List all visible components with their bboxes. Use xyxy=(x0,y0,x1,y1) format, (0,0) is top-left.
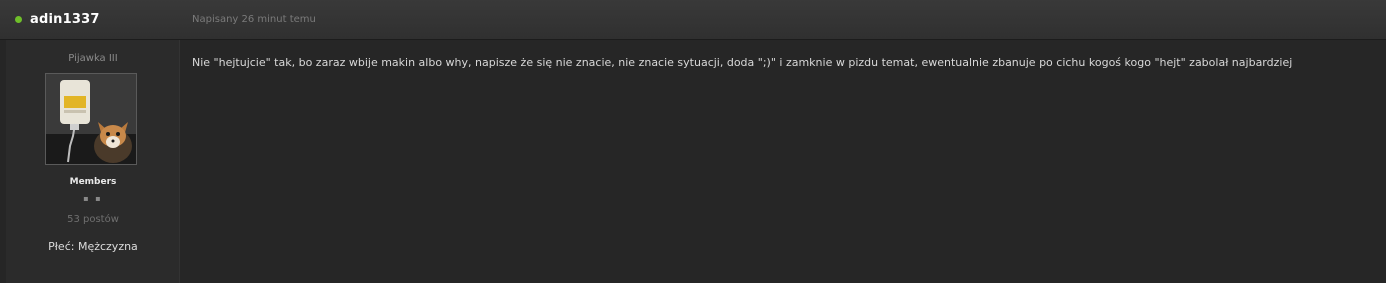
forum-post: adin1337 Napisany 26 minut temu Pijawka … xyxy=(0,0,1386,283)
rank-pips: ▪ ▪ xyxy=(83,194,103,203)
post-count: 53 postów xyxy=(67,214,119,225)
rank-title: Pijawka III xyxy=(68,53,118,64)
gender-field: Płeć: Mężczyzna xyxy=(48,240,138,253)
post-content: Nie "hejtujcie" tak, bo zaraz wbije maki… xyxy=(192,56,1293,69)
author-info-panel: Pijawka III Members ▪ ▪ 53 postów Płeć: … xyxy=(6,40,180,283)
post-header: adin1337 Napisany 26 minut temu xyxy=(0,0,1386,40)
avatar[interactable] xyxy=(45,73,137,165)
author-name-link[interactable]: adin1337 xyxy=(30,12,100,27)
post-date: Napisany 26 minut temu xyxy=(192,14,316,25)
member-group: Members xyxy=(69,177,117,187)
avatar-image xyxy=(46,74,136,164)
online-status-icon xyxy=(15,16,22,23)
